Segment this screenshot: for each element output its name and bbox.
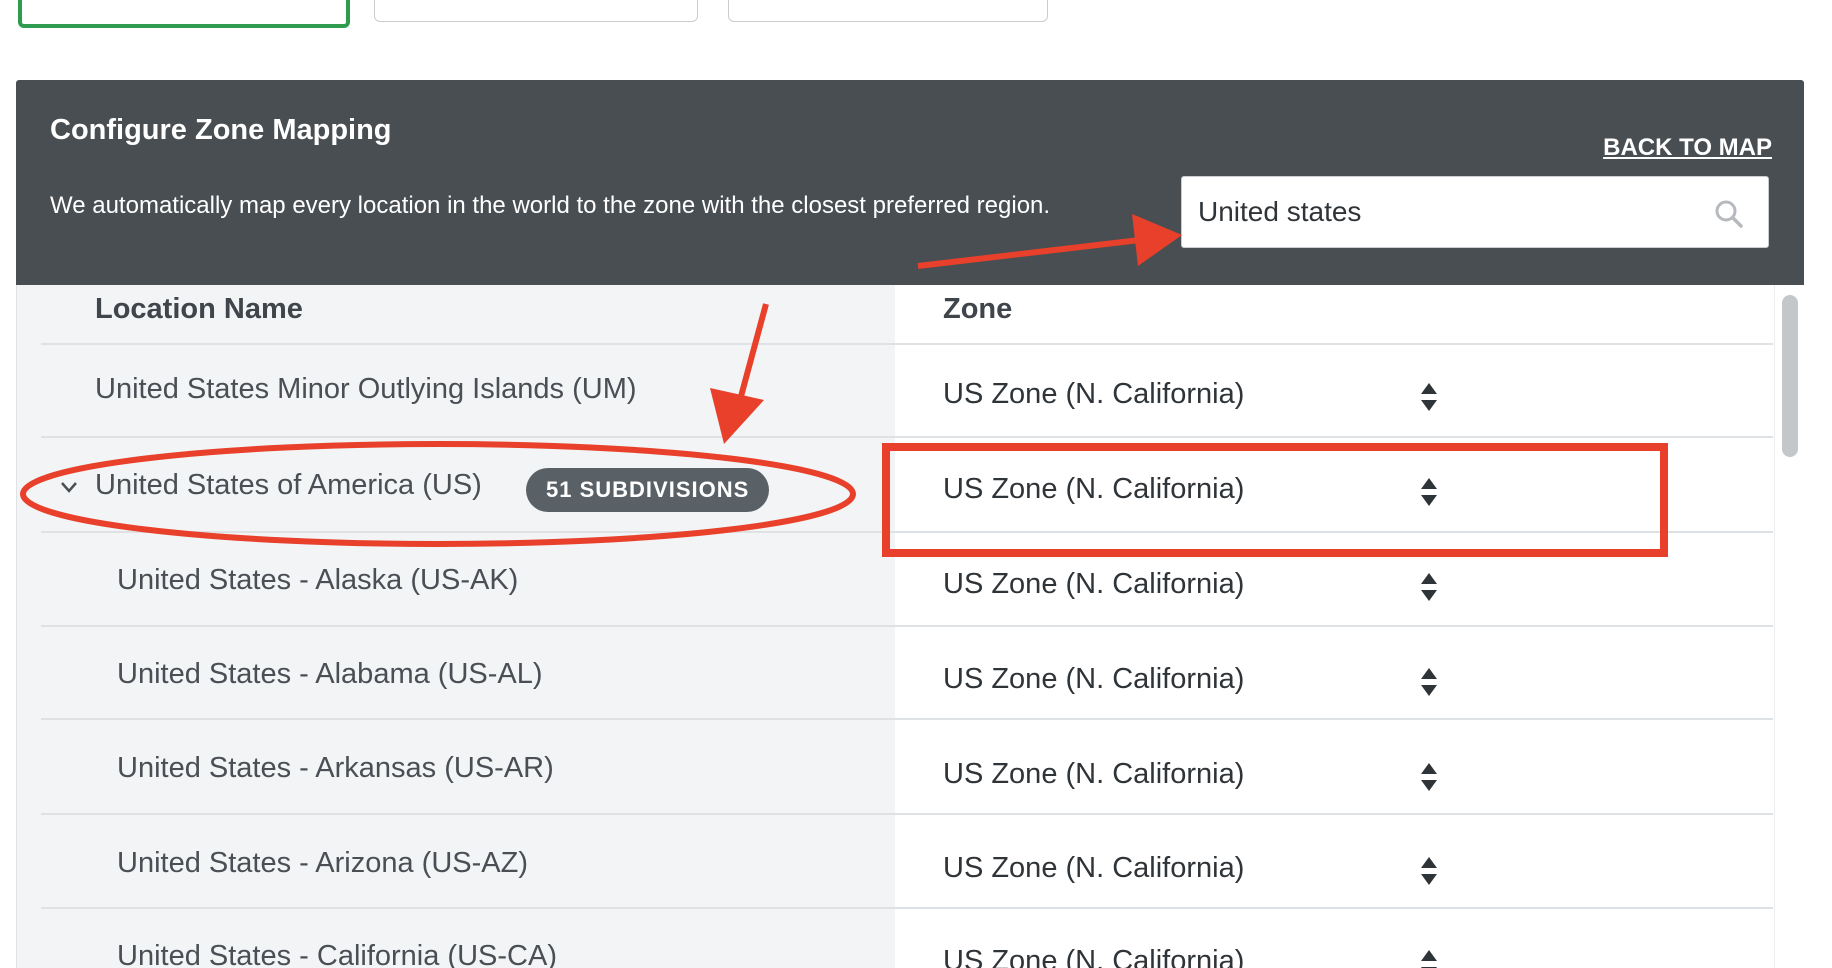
- tab-button-1[interactable]: [18, 0, 350, 28]
- column-header-zone: Zone: [943, 293, 1013, 325]
- row-divider: [41, 813, 1773, 815]
- tab-button-2[interactable]: [374, 0, 698, 22]
- location-name: United States Minor Outlying Islands (UM…: [95, 373, 637, 405]
- location-name: United States - Arizona (US-AZ): [117, 847, 528, 879]
- row-divider: [41, 436, 1773, 438]
- back-to-map-link[interactable]: BACK TO MAP: [1603, 134, 1772, 162]
- zone-select[interactable]: US Zone (N. California): [943, 758, 1244, 791]
- scrollbar-track[interactable]: [1774, 285, 1805, 968]
- location-name: United States - California (US-CA): [117, 940, 557, 968]
- row-divider: [41, 531, 1773, 533]
- sort-arrows-icon[interactable]: [1420, 666, 1438, 698]
- zone-select[interactable]: US Zone (N. California): [943, 945, 1244, 968]
- scrollbar-thumb[interactable]: [1782, 295, 1798, 457]
- sort-arrows-icon[interactable]: [1420, 855, 1438, 887]
- header-divider: [41, 343, 1773, 345]
- sort-arrows-icon[interactable]: [1420, 761, 1438, 793]
- sort-arrows-icon[interactable]: [1420, 948, 1438, 968]
- sort-arrows-icon[interactable]: [1420, 571, 1438, 603]
- page-title: Configure Zone Mapping: [50, 114, 392, 146]
- zone-select[interactable]: US Zone (N. California): [943, 852, 1244, 885]
- location-name: United States - Alaska (US-AK): [117, 564, 519, 596]
- tab-button-3[interactable]: [728, 0, 1048, 22]
- zone-select[interactable]: US Zone (N. California): [943, 378, 1244, 411]
- zone-mapping-header: Configure Zone Mapping BACK TO MAP We au…: [16, 80, 1804, 285]
- location-name: United States - Arkansas (US-AR): [117, 752, 554, 784]
- sort-arrows-icon[interactable]: [1420, 476, 1438, 508]
- subdivisions-badge: 51 SUBDIVISIONS: [526, 468, 770, 512]
- search-box: [1181, 176, 1769, 248]
- search-input[interactable]: [1198, 177, 1698, 247]
- location-name: United States - Alabama (US-AL): [117, 658, 543, 690]
- column-header-location: Location Name: [95, 293, 303, 325]
- row-divider: [41, 625, 1773, 627]
- zone-select[interactable]: US Zone (N. California): [943, 473, 1244, 506]
- zone-select[interactable]: US Zone (N. California): [943, 663, 1244, 696]
- sort-arrows-icon[interactable]: [1420, 381, 1438, 413]
- header-description: We automatically map every location in t…: [50, 192, 1051, 219]
- location-name[interactable]: United States of America (US): [95, 469, 482, 502]
- row-divider: [41, 907, 1773, 909]
- zone-select[interactable]: US Zone (N. California): [943, 568, 1244, 601]
- location-zone-table: Location Name Zone United States Minor O…: [16, 285, 1805, 968]
- chevron-down-icon[interactable]: [59, 477, 79, 497]
- search-icon[interactable]: [1714, 199, 1744, 229]
- row-divider: [41, 718, 1773, 720]
